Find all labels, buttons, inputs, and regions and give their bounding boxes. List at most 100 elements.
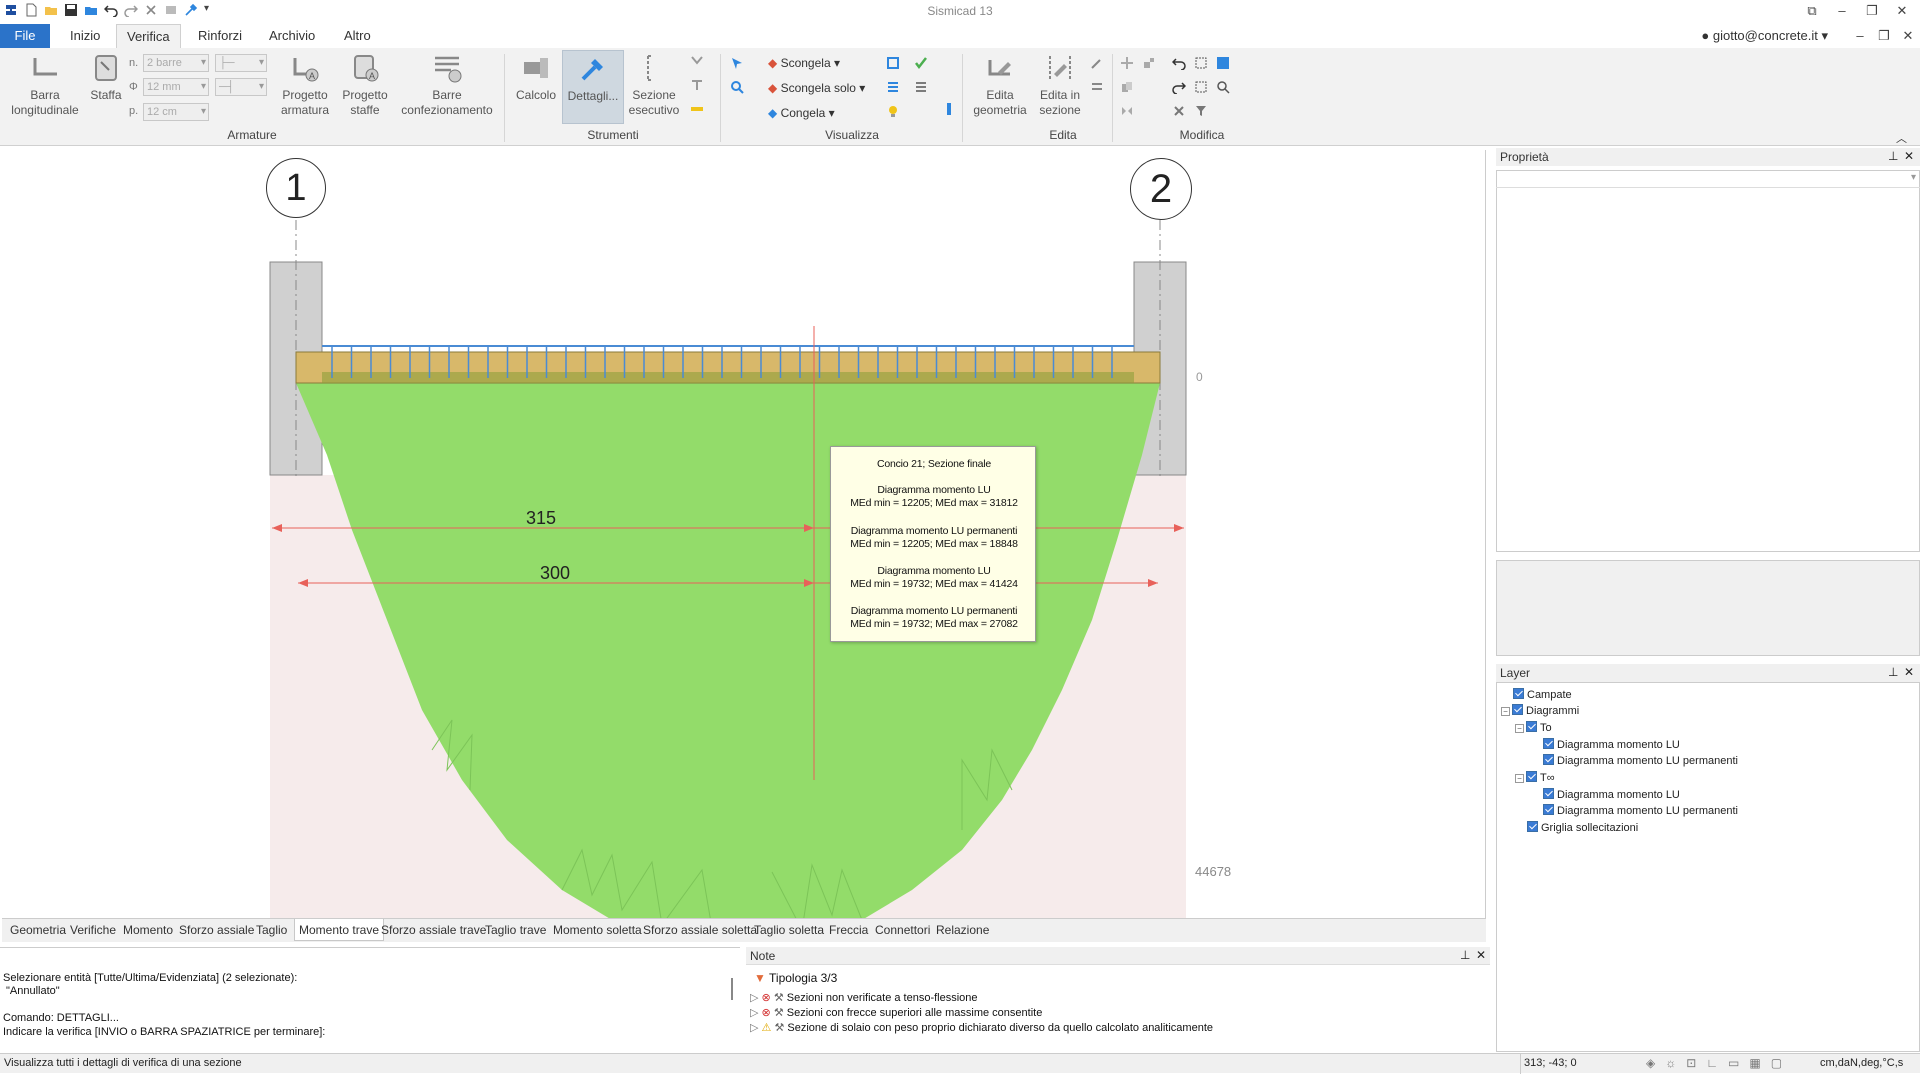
pin-icon[interactable]: ⊥ <box>1888 149 1898 163</box>
undo-modify-icon[interactable] <box>1172 56 1186 70</box>
layer-tinf[interactable]: − T∞ <box>1515 770 1555 786</box>
edita-geometria-button[interactable]: Edita geometria <box>968 52 1032 118</box>
tab-momento-trave[interactable]: Momento trave <box>294 919 385 941</box>
tab-inizio[interactable]: Inizio <box>60 24 110 48</box>
lines-icon[interactable] <box>914 80 928 94</box>
layer-diagrammi[interactable]: − Diagrammi <box>1501 703 1579 719</box>
tab-altro[interactable]: Altro <box>334 24 381 48</box>
doc-restore-button[interactable]: ❐ <box>1872 28 1896 44</box>
tab-taglio-soletta[interactable]: Taglio soletta <box>754 923 824 937</box>
collapse-icon[interactable]: − <box>1515 724 1524 733</box>
lightbulb-toggle-icon[interactable]: ☼ <box>1665 1056 1676 1070</box>
tab-connettori[interactable]: Connettori <box>875 923 930 937</box>
mirror-icon[interactable] <box>1120 104 1134 118</box>
barra-longitudinale-button[interactable]: Barra longitudinale <box>6 52 84 118</box>
checkbox-icon[interactable] <box>1512 704 1523 715</box>
close-button[interactable]: ✕ <box>1890 3 1914 19</box>
layer-campate[interactable]: Campate <box>1513 687 1572 703</box>
image-icon[interactable] <box>1216 56 1230 70</box>
diameter-combo[interactable]: 12 mm <box>143 78 209 96</box>
close-panel-icon[interactable]: ✕ <box>1476 948 1486 962</box>
pin-icon[interactable]: ⊥ <box>1460 948 1470 962</box>
close-panel-icon[interactable]: ✕ <box>1904 149 1914 163</box>
bar-style-combo-1[interactable]: ├─ <box>215 54 267 72</box>
tool-a-icon[interactable] <box>690 54 704 68</box>
filter-icon[interactable] <box>1194 104 1208 118</box>
note-item[interactable]: ▷ ⊗ ⚒ Sezioni non verificate a tenso-fle… <box>750 991 978 1004</box>
barre-confezionamento-button[interactable]: Barre confezionamento <box>396 52 498 118</box>
n-bars-combo[interactable]: 2 barre <box>143 54 209 72</box>
collapse-icon[interactable]: − <box>1501 707 1510 716</box>
tab-freccia[interactable]: Freccia <box>829 923 868 937</box>
zoom-icon[interactable] <box>730 80 744 94</box>
restore-layout-icon[interactable]: ⧉ <box>1800 3 1824 19</box>
edita-sezione-button[interactable]: Edita in sezione <box>1034 52 1086 118</box>
search-icon[interactable] <box>1216 80 1230 94</box>
tab-verifica[interactable]: Verifica <box>116 24 181 48</box>
layer-griglia[interactable]: Griglia sollecitazioni <box>1527 820 1638 836</box>
view-select-icon[interactable] <box>730 56 744 70</box>
checkbox-icon[interactable] <box>1543 738 1554 749</box>
layer-to-lu[interactable]: Diagramma momento LU <box>1543 737 1680 753</box>
user-account[interactable]: ● giotto@concrete.it ▾ <box>1701 28 1828 44</box>
slider-icon[interactable] <box>942 102 956 116</box>
collapse-icon[interactable]: − <box>1515 774 1524 783</box>
remove-icon[interactable] <box>1172 104 1186 118</box>
view-list-icon[interactable] <box>886 80 900 94</box>
expand-icon[interactable]: ▷ <box>750 992 758 1004</box>
expand-icon[interactable]: ▷ <box>750 1022 758 1034</box>
bar-style-combo-2[interactable]: ─┤ <box>215 78 267 96</box>
scale-icon[interactable] <box>1142 56 1156 70</box>
units-indicator[interactable]: cm,daN,deg,°C,s <box>1820 1057 1903 1069</box>
congela-button[interactable]: ◆ Congela ▾ <box>768 104 835 122</box>
snap-toggle-icon[interactable]: ⊡ <box>1686 1056 1696 1070</box>
checkbox-icon[interactable] <box>1543 788 1554 799</box>
tab-taglio-trave[interactable]: Taglio trave <box>485 923 546 937</box>
edit-tool-b-icon[interactable] <box>1090 80 1104 94</box>
tab-relazione[interactable]: Relazione <box>936 923 989 937</box>
checkbox-icon[interactable] <box>1543 754 1554 765</box>
doc-close-button[interactable]: ✕ <box>1896 28 1920 44</box>
dettagli-button[interactable]: Dettagli... <box>562 50 624 124</box>
staffa-button[interactable]: Staffa <box>86 52 126 103</box>
checkbox-icon[interactable] <box>1526 771 1537 782</box>
pin-icon[interactable]: ⊥ <box>1888 665 1898 679</box>
command-scrollbar[interactable] <box>731 978 733 1000</box>
note-item[interactable]: ▷ ⚠ ⚒ Sezione di solaio con peso proprio… <box>750 1021 1213 1034</box>
tab-archivio[interactable]: Archivio <box>259 24 325 48</box>
tab-geometria[interactable]: Geometria <box>10 923 66 937</box>
tab-verifiche[interactable]: Verifiche <box>70 923 116 937</box>
doc-minimize-button[interactable]: – <box>1848 28 1872 43</box>
drawing-canvas[interactable]: 1 2 0 315 300 44678 <box>2 150 1486 918</box>
properties-selector[interactable]: ▾ <box>1496 170 1920 188</box>
tab-momento[interactable]: Momento <box>123 923 173 937</box>
progetto-armatura-button[interactable]: A Progetto armatura <box>276 52 334 118</box>
sezione-esecutivo-button[interactable]: Sezione esecutivo <box>626 52 682 118</box>
scongela-button[interactable]: ◆ Scongela ▾ <box>768 54 840 72</box>
redo-modify-icon[interactable] <box>1172 80 1186 94</box>
layer-to-lu-permanenti[interactable]: Diagramma momento LU permanenti <box>1543 753 1738 769</box>
progetto-staffe-button[interactable]: A Progetto staffe <box>336 52 394 118</box>
tool-c-icon[interactable] <box>690 102 704 116</box>
command-panel[interactable]: Selezionare entità [Tutte/Ultima/Evidenz… <box>0 947 740 1053</box>
command-prompt[interactable]: Indicare la verifica [INVIO o BARRA SPAZ… <box>3 1026 325 1038</box>
tool-b-icon[interactable] <box>690 78 704 92</box>
tab-sforzo-assiale-trave[interactable]: Sforzo assiale trave <box>381 923 486 937</box>
checkbox-icon[interactable] <box>1543 804 1554 815</box>
layer-tinf-lu-permanenti[interactable]: Diagramma momento LU permanenti <box>1543 803 1738 819</box>
layer-to[interactable]: − To <box>1515 720 1552 736</box>
spacing-combo[interactable]: 12 cm <box>143 103 209 121</box>
expand-icon[interactable]: ▷ <box>750 1007 758 1019</box>
edit-tool-a-icon[interactable] <box>1090 56 1104 70</box>
comment-toggle-icon[interactable]: ▢ <box>1771 1056 1782 1070</box>
tab-sforzo-assiale-soletta[interactable]: Sforzo assiale soletta <box>643 923 757 937</box>
check-green-icon[interactable] <box>914 56 928 70</box>
scongela-solo-button[interactable]: ◆ Scongela solo ▾ <box>768 79 865 97</box>
checkbox-icon[interactable] <box>1527 821 1538 832</box>
tab-file[interactable]: File <box>0 24 50 48</box>
maximize-button[interactable]: ❐ <box>1860 3 1884 19</box>
tab-rinforzi[interactable]: Rinforzi <box>188 24 252 48</box>
select-box-icon[interactable] <box>1194 56 1208 70</box>
layer-tinf-lu[interactable]: Diagramma momento LU <box>1543 787 1680 803</box>
checkbox-icon[interactable] <box>1513 688 1524 699</box>
